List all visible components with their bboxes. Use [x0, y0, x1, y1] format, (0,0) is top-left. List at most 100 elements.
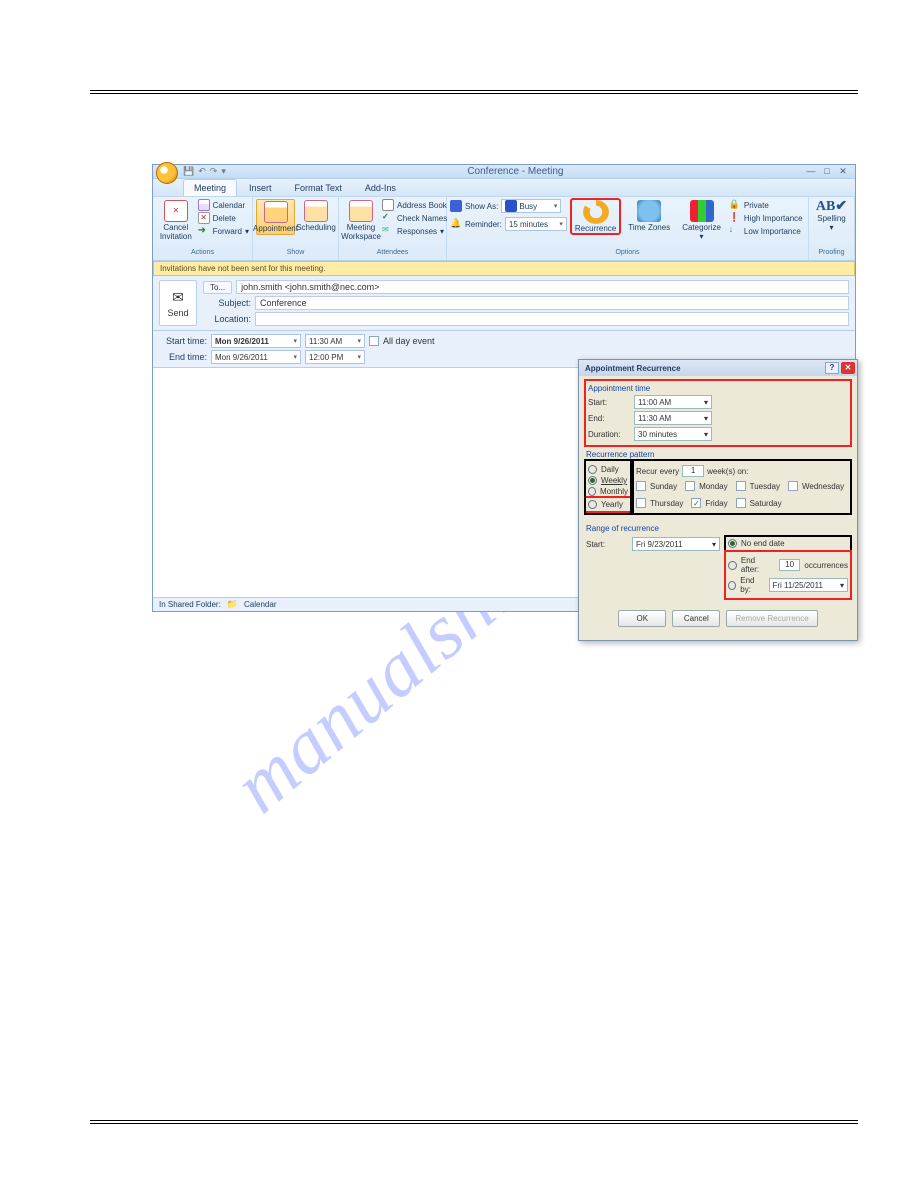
radio-yearly[interactable]: Yearly	[586, 498, 630, 511]
radio-daily[interactable]: Daily	[588, 465, 628, 474]
chk-saturday[interactable]: Saturday	[736, 498, 782, 508]
appt-start-select[interactable]: 11:00 AM▾	[634, 395, 712, 409]
start-time-label: Start time:	[159, 336, 207, 346]
low-importance-icon	[729, 225, 741, 237]
meeting-workspace-button[interactable]: Meeting Workspace	[342, 199, 380, 242]
tab-add-ins[interactable]: Add-Ins	[354, 179, 407, 196]
start-time-select[interactable]: 11:30 AM▾	[305, 334, 365, 348]
quick-access-toolbar[interactable]: 💾 ↶ ↷ ▾	[183, 166, 226, 177]
chk-tuesday[interactable]: Tuesday	[736, 481, 780, 491]
spelling-icon: AB✔	[816, 200, 847, 214]
end-by-select[interactable]: Fri 11/25/2011▾	[769, 578, 848, 592]
chevron-down-icon: ▾	[440, 227, 444, 236]
end-time-select[interactable]: 12:00 PM▾	[305, 350, 365, 364]
subject-field[interactable]: Conference	[255, 296, 849, 310]
cancel-invitation-button[interactable]: ✕ Cancel Invitation	[156, 199, 196, 242]
chevron-down-icon: ▾	[245, 227, 249, 236]
chevron-down-icon: ▾	[293, 337, 297, 345]
help-button[interactable]: ?	[825, 362, 839, 374]
categorize-icon	[690, 200, 714, 222]
radio-no-end-date[interactable]: No end date	[726, 537, 850, 550]
dialog-titlebar: Appointment Recurrence ? ✕	[579, 360, 857, 376]
qat-dropdown-icon[interactable]: ▾	[221, 166, 226, 177]
recurrence-icon	[583, 200, 609, 224]
all-day-checkbox[interactable]	[369, 336, 379, 346]
start-date-select[interactable]: Mon 9/26/2011▾	[211, 334, 301, 348]
location-label: Location:	[203, 314, 251, 324]
end-date-select[interactable]: Mon 9/26/2011▾	[211, 350, 301, 364]
chevron-down-icon: ▾	[559, 220, 563, 228]
scheduling-button[interactable]: Scheduling	[297, 199, 335, 233]
address-book-button[interactable]: Address Book	[382, 199, 447, 211]
radio-monthly[interactable]: Monthly	[588, 487, 628, 496]
radio-weekly[interactable]: Weekly	[588, 476, 628, 485]
reminder-select[interactable]: 15 minutes▾	[505, 217, 567, 231]
calendar-button[interactable]: Calendar	[198, 199, 249, 211]
tab-format-text[interactable]: Format Text	[284, 179, 353, 196]
low-importance-toggle[interactable]: Low Importance	[729, 225, 803, 237]
to-field[interactable]: john.smith <john.smith@nec.com>	[236, 280, 849, 294]
save-icon[interactable]: 💾	[183, 166, 194, 177]
recurrence-button[interactable]: Recurrence	[571, 199, 620, 234]
forward-button[interactable]: Forward▾	[198, 225, 249, 237]
tab-insert[interactable]: Insert	[238, 179, 283, 196]
ok-button[interactable]: OK	[618, 610, 666, 627]
appt-end-select[interactable]: 11:30 AM▾	[634, 411, 712, 425]
chevron-down-icon: ▾	[829, 223, 833, 232]
chevron-down-icon: ▾	[840, 581, 844, 590]
globe-icon	[637, 200, 661, 222]
group-proofing: AB✔ Spelling ▾ Proofing	[809, 197, 855, 260]
chk-monday[interactable]: Monday	[685, 481, 727, 491]
chk-sunday[interactable]: Sunday	[636, 481, 677, 491]
location-field[interactable]	[255, 312, 849, 326]
undo-icon[interactable]: ↶	[198, 166, 206, 177]
range-start-select[interactable]: Fri 9/23/2011▾	[632, 537, 720, 551]
chk-friday[interactable]: ✓Friday	[691, 498, 727, 508]
private-toggle[interactable]: Private	[729, 199, 803, 211]
high-importance-toggle[interactable]: High Importance	[729, 212, 803, 224]
office-button[interactable]	[156, 162, 178, 184]
time-zones-button[interactable]: Time Zones	[624, 199, 674, 233]
appointment-time-group: Appointment time Start: 11:00 AM▾ End: 1…	[586, 381, 850, 445]
chk-thursday[interactable]: Thursday	[636, 498, 683, 508]
folder-icon	[227, 599, 238, 610]
maximize-button[interactable]: □	[821, 166, 833, 177]
close-dialog-button[interactable]: ✕	[841, 362, 855, 374]
occurrences-input[interactable]: 10	[779, 559, 801, 571]
categorize-button[interactable]: Categorize ▾	[678, 199, 725, 242]
appt-duration-select[interactable]: 30 minutes▾	[634, 427, 712, 441]
end-time-label: End time:	[159, 352, 207, 362]
chk-wednesday[interactable]: Wednesday	[788, 481, 844, 491]
recur-every-input[interactable]: 1	[682, 465, 704, 477]
outlook-meeting-window: 💾 ↶ ↷ ▾ Conference - Meeting — □ ✕ Meeti…	[152, 164, 856, 612]
radio-end-after[interactable]: End after: 10 occurrences	[728, 556, 848, 574]
radio-end-by[interactable]: End by: Fri 11/25/2011▾	[728, 576, 848, 594]
redo-icon[interactable]: ↷	[210, 166, 218, 177]
chevron-down-icon: ▾	[357, 337, 361, 345]
busy-icon	[505, 200, 517, 212]
cancel-icon: ✕	[164, 200, 188, 222]
recurrence-dialog: Appointment Recurrence ? ✕ Appointment t…	[578, 359, 858, 641]
group-show: Appointment Scheduling Show	[253, 197, 339, 260]
close-button[interactable]: ✕	[837, 166, 849, 177]
pattern-frequency: Daily Weekly Monthly Yearly	[586, 461, 630, 513]
send-button[interactable]: ✉ Send	[159, 280, 197, 326]
show-as-select[interactable]: Busy▾	[501, 199, 561, 213]
ribbon: ✕ Cancel Invitation Calendar Delete Forw…	[153, 197, 855, 261]
chevron-down-icon: ▾	[700, 232, 704, 241]
responses-button[interactable]: Responses▾	[382, 225, 447, 237]
chevron-down-icon: ▾	[357, 353, 361, 361]
check-names-button[interactable]: Check Names	[382, 212, 447, 224]
appointment-button[interactable]: Appointment	[256, 199, 295, 235]
tab-meeting[interactable]: Meeting	[183, 179, 237, 196]
minimize-button[interactable]: —	[805, 166, 817, 177]
remove-recurrence-button[interactable]: Remove Recurrence	[726, 610, 817, 627]
meeting-form: ✉ Send To... john.smith <john.smith@nec.…	[153, 276, 855, 331]
spelling-button[interactable]: AB✔ Spelling ▾	[812, 199, 851, 233]
chevron-down-icon: ▾	[704, 398, 708, 407]
recurrence-pattern-group: Recurrence pattern Daily Weekly Monthly …	[586, 449, 850, 519]
cancel-button[interactable]: Cancel	[672, 610, 720, 627]
forward-icon	[198, 225, 210, 237]
delete-button[interactable]: Delete	[198, 212, 249, 224]
to-button[interactable]: To...	[203, 281, 232, 294]
